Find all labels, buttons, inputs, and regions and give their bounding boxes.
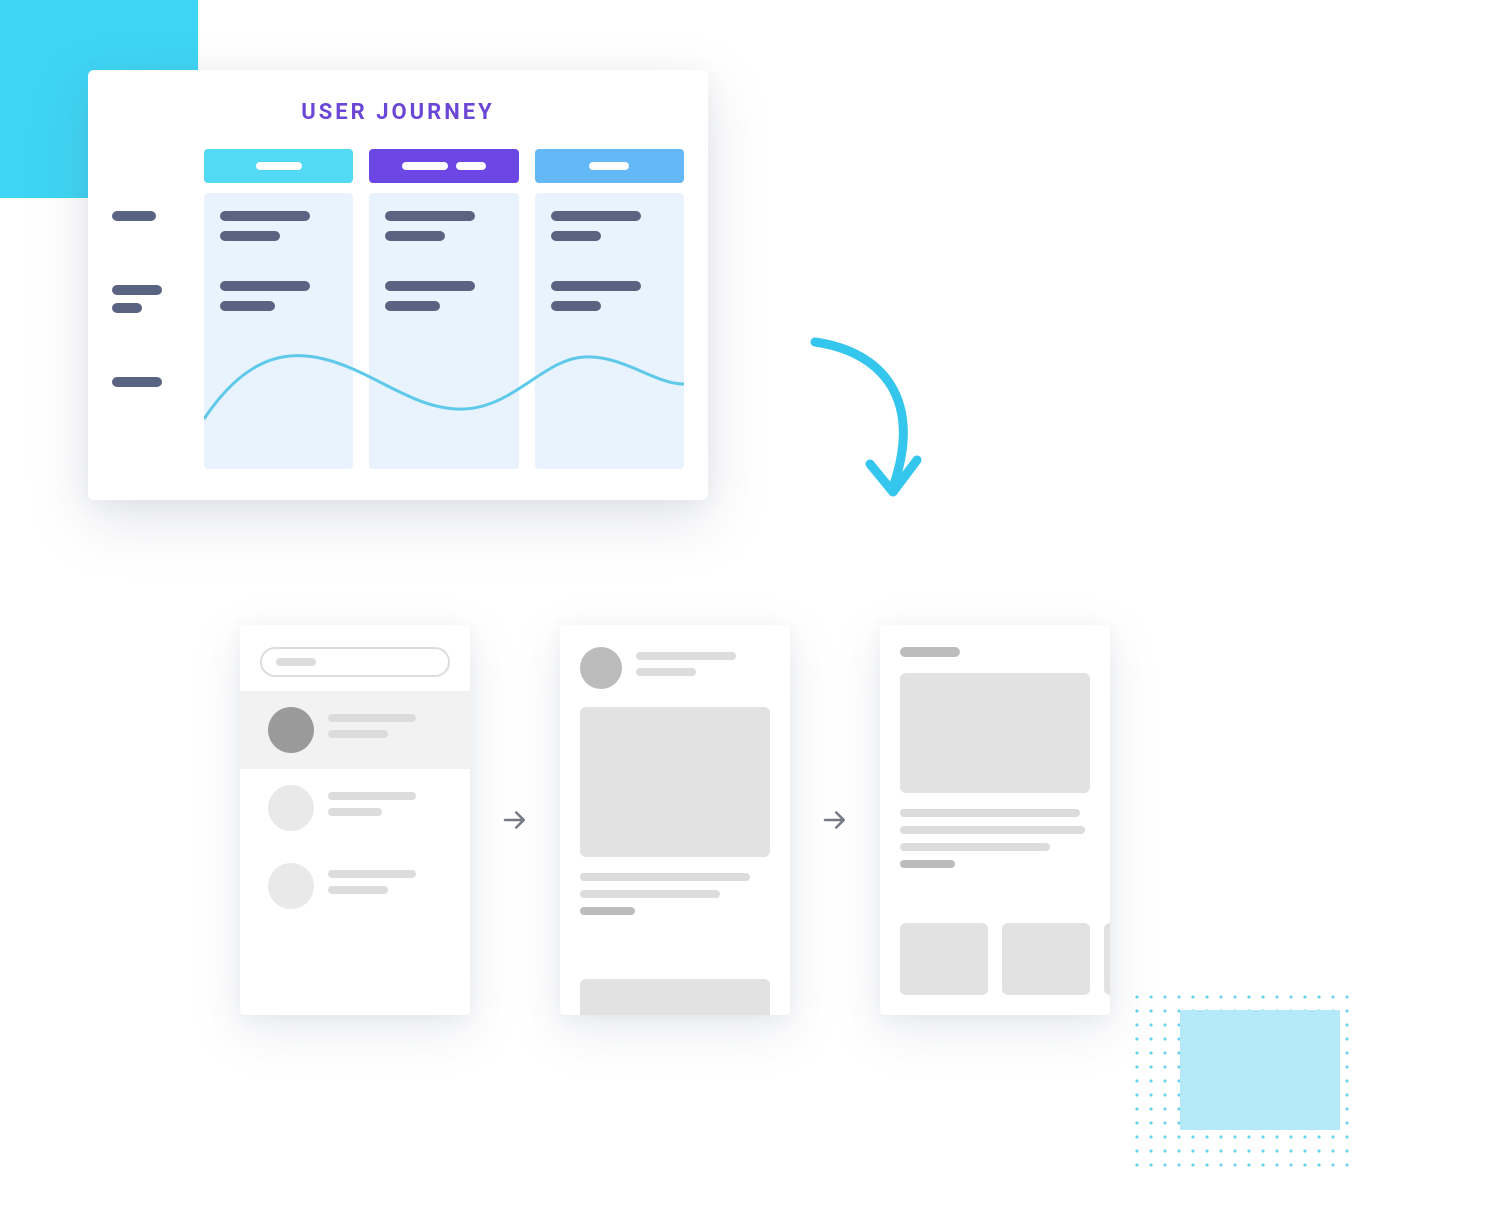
thumbnail <box>1002 923 1090 995</box>
list-item <box>240 847 470 925</box>
side-label-1 <box>112 211 182 229</box>
wireframe-flow <box>240 625 1110 1015</box>
post-header <box>580 647 770 689</box>
side-label-2 <box>112 285 182 321</box>
journey-side-labels <box>112 149 182 469</box>
article-thumbnails <box>900 923 1110 995</box>
post-footer-block <box>580 979 770 1015</box>
avatar-icon <box>268 863 314 909</box>
post-text-lines <box>580 873 770 915</box>
article-text-lines <box>900 809 1090 868</box>
journey-column-3 <box>535 149 684 469</box>
journey-columns <box>204 149 684 469</box>
avatar-icon <box>580 647 622 689</box>
avatar-icon <box>268 785 314 831</box>
journey-column-3-header <box>535 149 684 183</box>
journey-column-1-header <box>204 149 353 183</box>
user-journey-body <box>112 149 684 469</box>
list-item-selected <box>240 691 470 769</box>
avatar-icon <box>268 707 314 753</box>
search-input-placeholder <box>260 647 450 677</box>
wireframe-card-list <box>240 625 470 1015</box>
decoration-square-bottom <box>1180 1010 1340 1130</box>
arrow-right-icon <box>500 805 530 835</box>
arrow-right-icon <box>820 805 850 835</box>
article-image-placeholder <box>900 673 1090 793</box>
thumbnail <box>1104 923 1110 995</box>
flow-arrow-icon <box>795 332 955 532</box>
user-journey-title: USER JOURNEY <box>112 100 684 125</box>
side-label-3 <box>112 377 182 395</box>
user-journey-card: USER JOURNEY <box>88 70 708 500</box>
journey-column-1-body <box>204 193 353 469</box>
journey-column-2-body <box>369 193 518 469</box>
wireframe-card-article <box>880 625 1110 1015</box>
journey-column-2-header <box>369 149 518 183</box>
journey-column-2 <box>369 149 518 469</box>
journey-column-1 <box>204 149 353 469</box>
list-item <box>240 769 470 847</box>
article-title-placeholder <box>900 647 960 657</box>
wireframe-card-post <box>560 625 790 1015</box>
post-image-placeholder <box>580 707 770 857</box>
journey-column-3-body <box>535 193 684 469</box>
thumbnail <box>900 923 988 995</box>
